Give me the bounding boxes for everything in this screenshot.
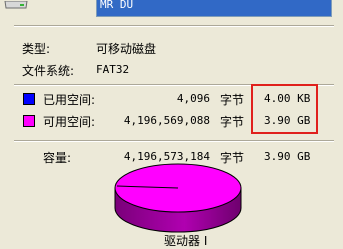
used-space-color-swatch xyxy=(23,93,35,105)
filesystem-label: 文件系统: xyxy=(22,64,75,78)
free-space-color-swatch xyxy=(23,115,35,127)
filesystem-value: FAT32 xyxy=(96,63,130,76)
capacity-size: 3.90 GB xyxy=(264,150,311,163)
size-highlight-box xyxy=(251,84,318,134)
capacity-label: 容量: xyxy=(43,151,72,165)
free-space-bytes: 4,196,569,088 xyxy=(123,114,210,127)
type-value: 可移动磁盘 xyxy=(96,42,157,56)
used-space-unit: 字节 xyxy=(220,93,245,107)
type-label: 类型: xyxy=(22,42,51,56)
used-space-bytes: 4,096 xyxy=(176,92,210,105)
drive-icon xyxy=(4,0,28,10)
drive-label: 驱动器 I xyxy=(164,234,208,248)
drive-name-value: MR DU xyxy=(98,0,136,11)
separator xyxy=(14,25,334,27)
separator xyxy=(14,140,334,142)
drive-name-input[interactable]: MR DU xyxy=(96,0,332,17)
free-space-unit: 字节 xyxy=(220,115,245,129)
disk-usage-pie-chart xyxy=(114,160,242,242)
